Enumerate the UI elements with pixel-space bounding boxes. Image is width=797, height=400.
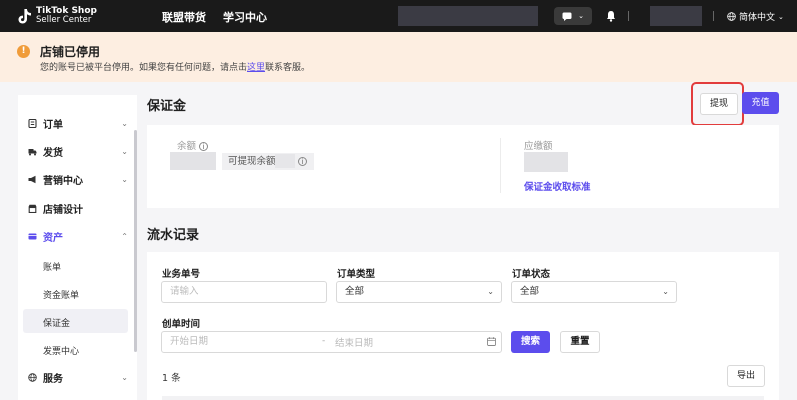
sidebar-item-marketing[interactable]: 营销中心 ⌄ bbox=[28, 170, 128, 188]
export-button[interactable]: 导出 bbox=[727, 365, 765, 387]
megaphone-icon bbox=[28, 175, 36, 183]
nav-learning-center[interactable]: 学习中心 bbox=[223, 9, 267, 25]
end-date-input[interactable]: 结束日期 bbox=[335, 335, 373, 349]
language-selector[interactable]: 简体中文 ⌄ bbox=[727, 10, 784, 23]
globe-icon bbox=[28, 372, 37, 382]
warning-icon: ! bbox=[17, 45, 30, 58]
payable-label: 应缴额 bbox=[524, 141, 553, 152]
sidebar-item-label: 店铺设计 bbox=[43, 204, 83, 216]
withdraw-button[interactable]: 提现 bbox=[700, 93, 738, 115]
search-button[interactable]: 搜索 bbox=[511, 331, 550, 353]
sidebar-item-label: 发货 bbox=[43, 147, 63, 159]
sidebar-scrollbar[interactable] bbox=[134, 130, 137, 352]
sidebar-sub-invoice[interactable]: 发票中心 bbox=[43, 344, 79, 357]
order-status-value: 全部 bbox=[520, 286, 540, 297]
chevron-down-icon: ⌄ bbox=[778, 12, 784, 21]
chevron-down-icon: ⌄ bbox=[121, 118, 128, 128]
recharge-button[interactable]: 充值 bbox=[742, 92, 779, 114]
page-title: 保证金 bbox=[147, 99, 187, 114]
sidebar-sub-bill[interactable]: 账单 bbox=[43, 260, 61, 273]
date-separator: - bbox=[322, 336, 326, 346]
sidebar-sub-fund-bill[interactable]: 资金账单 bbox=[43, 288, 79, 301]
bell-icon[interactable] bbox=[606, 10, 616, 22]
chevron-down-icon: ⌄ bbox=[121, 146, 128, 156]
balance-label: 余额 i bbox=[177, 138, 209, 152]
suspension-banner bbox=[0, 32, 797, 82]
redacted-account bbox=[650, 6, 702, 26]
banner-title: 店铺已停用 bbox=[40, 45, 101, 59]
contact-support-link[interactable]: 这里 bbox=[247, 63, 265, 73]
sidebar-item-label: 资产 bbox=[43, 232, 63, 244]
redacted-available bbox=[275, 154, 295, 168]
redacted-balance bbox=[170, 152, 216, 170]
table-header bbox=[162, 396, 764, 400]
order-icon bbox=[28, 118, 37, 128]
banner-message: 您的账号已被平台停用。如果您有任何问题，请点击这里联系客服。 bbox=[40, 60, 310, 73]
chevron-down-icon: ⌄ bbox=[121, 174, 128, 184]
start-date-input[interactable]: 开始日期 bbox=[170, 336, 208, 347]
redacted-search-area bbox=[398, 6, 538, 26]
nav-affiliate[interactable]: 联盟带货 bbox=[162, 9, 206, 25]
date-range-picker[interactable]: 开始日期 bbox=[161, 331, 502, 353]
truck-icon bbox=[28, 148, 37, 155]
top-nav: TikTok Shop Seller Center 联盟带货 学习中心 ⌄ 简体… bbox=[0, 0, 797, 32]
order-no-input[interactable]: 请输入 bbox=[161, 281, 327, 303]
brand-subtitle: Seller Center bbox=[36, 15, 92, 25]
sidebar-item-services[interactable]: 服务 ⌄ bbox=[28, 368, 128, 386]
chat-icon bbox=[562, 12, 572, 21]
order-no-label: 业务单号 bbox=[162, 269, 201, 280]
language-label: 简体中文 bbox=[739, 13, 776, 23]
sidebar-sub-active-bg bbox=[23, 309, 128, 333]
sidebar-item-assets[interactable]: 资产 ⌃ bbox=[28, 227, 128, 245]
order-type-value: 全部 bbox=[345, 286, 365, 297]
chevron-down-icon: ⌄ bbox=[121, 372, 128, 382]
records-panel bbox=[147, 252, 779, 400]
record-count: 1 条 bbox=[162, 373, 181, 384]
banner-text-after: 联系客服。 bbox=[265, 63, 311, 73]
divider bbox=[713, 11, 714, 21]
created-time-label: 创单时间 bbox=[162, 319, 201, 330]
globe-icon bbox=[727, 12, 736, 21]
available-label: 可提现余额: bbox=[228, 156, 279, 167]
sidebar-item-label: 订单 bbox=[43, 119, 63, 131]
message-button[interactable]: ⌄ bbox=[554, 7, 592, 25]
records-title: 流水记录 bbox=[147, 228, 200, 243]
sidebar-item-label: 服务 bbox=[43, 373, 63, 385]
sidebar-item-orders[interactable]: 订单 ⌄ bbox=[28, 114, 128, 132]
info-icon[interactable]: i bbox=[199, 142, 209, 151]
sidebar-item-store-design[interactable]: 店铺设计 bbox=[28, 199, 128, 217]
deposit-standard-link[interactable]: 保证金收取标准 bbox=[524, 179, 591, 193]
calendar-icon[interactable] bbox=[487, 337, 496, 346]
banner-text-before: 您的账号已被平台停用。如果您有任何问题，请点击 bbox=[40, 63, 248, 73]
chevron-up-icon: ⌃ bbox=[121, 231, 128, 241]
sidebar-item-label: 营销中心 bbox=[43, 175, 83, 187]
chevron-down-icon: ⌄ bbox=[487, 287, 494, 296]
info-icon[interactable]: i bbox=[298, 157, 307, 166]
chevron-down-icon: ⌄ bbox=[578, 12, 584, 20]
sidebar-sub-deposit[interactable]: 保证金 bbox=[43, 316, 70, 329]
chevron-down-icon: ⌄ bbox=[662, 287, 669, 296]
tiktok-note-icon bbox=[18, 9, 31, 24]
order-status-select[interactable]: 全部 ⌄ bbox=[511, 281, 677, 303]
card-divider bbox=[500, 138, 501, 193]
store-icon bbox=[28, 204, 37, 213]
wallet-icon bbox=[28, 233, 37, 239]
tiktok-shop-logo[interactable]: TikTok Shop Seller Center bbox=[18, 6, 97, 26]
balance-label-text: 余额 bbox=[177, 141, 197, 152]
redacted-payable bbox=[524, 152, 568, 172]
sidebar-item-shipping[interactable]: 发货 ⌄ bbox=[28, 142, 128, 160]
divider bbox=[628, 11, 629, 21]
sidebar: 订单 ⌄ 发货 ⌄ 营销中心 ⌄ 店铺设计 资产 ⌃ 账单 资金账单 保证金 发… bbox=[18, 95, 137, 400]
order-type-label: 订单类型 bbox=[337, 269, 376, 280]
order-type-select[interactable]: 全部 ⌄ bbox=[336, 281, 502, 303]
order-status-label: 订单状态 bbox=[512, 269, 551, 280]
reset-button[interactable]: 重置 bbox=[560, 331, 600, 353]
